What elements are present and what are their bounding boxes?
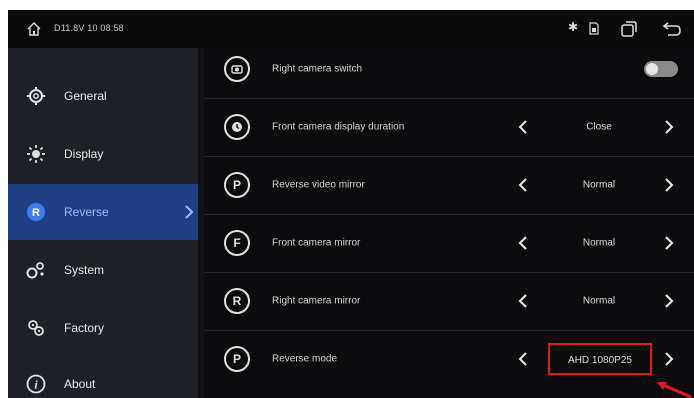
factory-icon bbox=[28, 320, 44, 336]
home-icon[interactable] bbox=[26, 21, 42, 37]
chevron-left-icon[interactable] bbox=[518, 235, 528, 251]
chevron-left-icon[interactable] bbox=[518, 177, 528, 193]
brightness-icon bbox=[27, 145, 45, 163]
sidebar-item-label: Factory bbox=[64, 321, 105, 335]
sd-card-icon bbox=[589, 22, 599, 35]
setting-value: Normal bbox=[582, 237, 616, 249]
sidebar-item-label: About bbox=[64, 377, 96, 391]
sidebar-item-general[interactable]: General bbox=[8, 68, 204, 124]
setting-row-reverse-video-mirror[interactable]: P Reverse video mirror Normal bbox=[204, 156, 694, 215]
chevron-right-icon bbox=[185, 205, 194, 219]
gear-icon bbox=[27, 87, 45, 105]
chevron-right-icon[interactable] bbox=[664, 351, 674, 367]
status-text: D11.8V 10 08:58 bbox=[54, 23, 124, 33]
sidebar-item-label: Display bbox=[64, 147, 104, 161]
setting-row-front-camera-display-duration[interactable]: Front camera display duration Close bbox=[204, 98, 694, 157]
front-mirror-icon: F bbox=[224, 230, 250, 256]
sidebar-item-label: System bbox=[64, 263, 105, 277]
svg-text:i: i bbox=[34, 378, 38, 392]
reverse-mirror-icon: P bbox=[224, 172, 250, 198]
setting-label: Front camera display duration bbox=[272, 121, 405, 133]
svg-text:R: R bbox=[32, 207, 40, 219]
setting-label: Reverse video mirror bbox=[272, 179, 365, 191]
setting-label: Front camera mirror bbox=[272, 237, 361, 249]
setting-value: Close bbox=[586, 121, 612, 133]
system-icon bbox=[26, 262, 44, 279]
sidebar-item-label: Reverse bbox=[64, 205, 109, 219]
head-unit-screen: D11.8V 10 08:58 ✱ General Display R Reve… bbox=[8, 10, 694, 398]
setting-label: Reverse mode bbox=[272, 353, 338, 365]
setting-label: Right camera switch bbox=[272, 63, 363, 75]
sidebar-item-label: General bbox=[64, 89, 107, 103]
setting-value-highlighted: AHD 1080P25 bbox=[548, 343, 652, 375]
chevron-right-icon[interactable] bbox=[664, 235, 674, 251]
setting-value: Normal bbox=[582, 295, 616, 307]
chevron-left-icon[interactable] bbox=[518, 119, 528, 135]
back-icon[interactable] bbox=[662, 20, 682, 38]
chevron-right-icon[interactable] bbox=[664, 119, 674, 135]
toggle-knob bbox=[646, 63, 658, 75]
sidebar-item-reverse[interactable]: R Reverse bbox=[8, 184, 204, 240]
setting-label: Right camera mirror bbox=[272, 295, 361, 307]
right-mirror-icon: R bbox=[224, 288, 250, 314]
setting-value: Normal bbox=[582, 179, 616, 191]
red-annotation-arrow bbox=[657, 382, 692, 398]
reverse-icon: R bbox=[27, 203, 45, 221]
setting-row-front-camera-mirror[interactable]: F Front camera mirror Normal bbox=[204, 214, 694, 273]
setting-row-right-camera-mirror[interactable]: R Right camera mirror Normal bbox=[204, 272, 694, 331]
sidebar-item-factory[interactable]: Factory bbox=[8, 300, 204, 356]
sidebar-item-about[interactable]: i About bbox=[8, 356, 204, 398]
sidebar-item-system[interactable]: System bbox=[8, 242, 204, 298]
bluetooth-icon: ✱ bbox=[568, 20, 579, 34]
windows-icon[interactable] bbox=[620, 20, 638, 38]
chevron-right-icon[interactable] bbox=[664, 293, 674, 309]
sidebar: General Display R Reverse System Factory… bbox=[8, 48, 204, 398]
chevron-left-icon[interactable] bbox=[518, 351, 528, 367]
chevron-right-icon[interactable] bbox=[664, 177, 674, 193]
settings-list: Right camera switch Front camera display… bbox=[204, 48, 694, 398]
chevron-left-icon[interactable] bbox=[518, 293, 528, 309]
reverse-mode-icon: P bbox=[224, 346, 250, 372]
right-camera-toggle[interactable] bbox=[644, 61, 678, 77]
camera-icon bbox=[224, 56, 250, 82]
clock-icon bbox=[224, 114, 250, 140]
info-icon: i bbox=[26, 374, 46, 394]
sidebar-item-display[interactable]: Display bbox=[8, 126, 204, 182]
setting-row-right-camera-switch[interactable]: Right camera switch bbox=[204, 40, 694, 99]
setting-row-reverse-mode[interactable]: P Reverse mode AHD 1080P25 bbox=[204, 330, 694, 388]
